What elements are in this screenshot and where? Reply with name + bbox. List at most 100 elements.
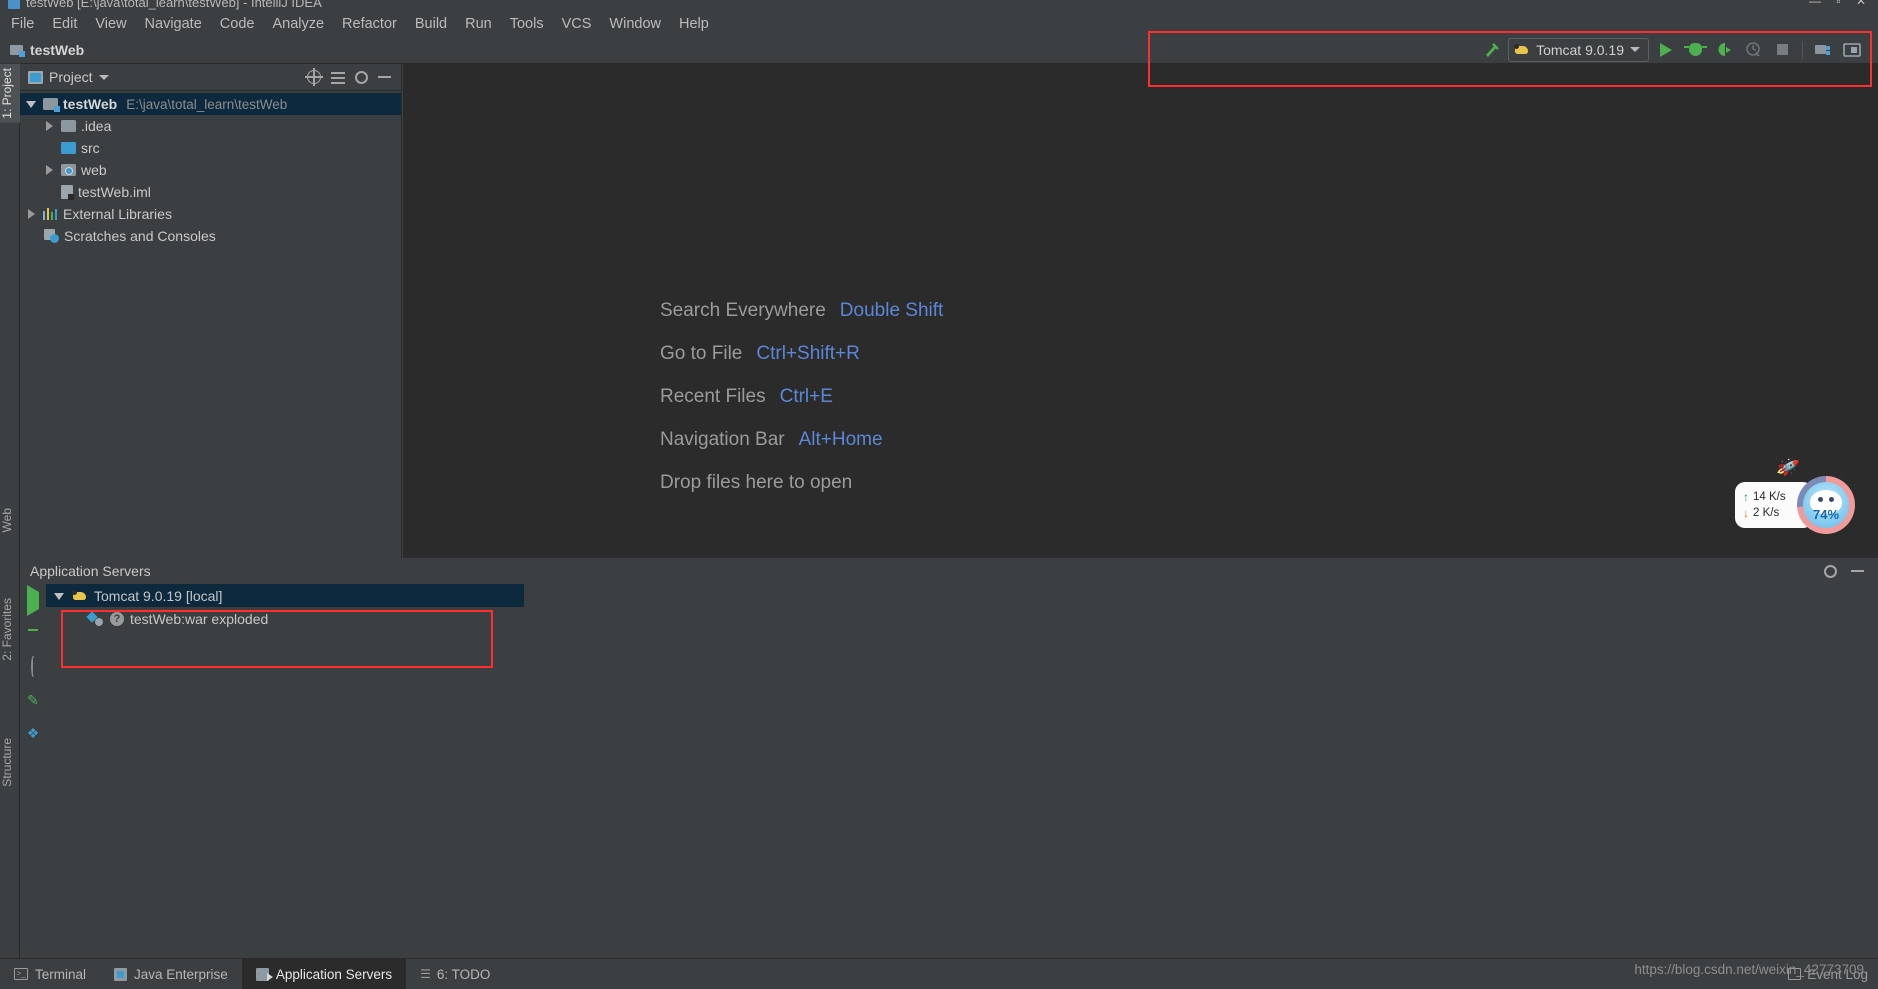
gauge-inner: 74%: [1803, 482, 1849, 528]
select-opened-file-icon[interactable]: [305, 68, 323, 86]
tomcat-cat-icon: [1514, 43, 1530, 57]
network-speed-widget[interactable]: 🚀 ↑ 14 K/s ↓ 2 K/s 74%: [1735, 456, 1855, 537]
run-configuration-selector[interactable]: Tomcat 9.0.19: [1508, 37, 1649, 62]
tab-label: Application Servers: [275, 966, 393, 982]
hide-panel-icon[interactable]: [378, 76, 391, 78]
hint-recent-files: Recent Files Ctrl+E: [660, 386, 943, 408]
module-folder-icon: [43, 98, 60, 112]
menu-edit[interactable]: Edit: [43, 14, 86, 34]
menu-view[interactable]: View: [86, 14, 135, 34]
tree-node-label: External Libraries: [63, 206, 172, 222]
menu-window[interactable]: Window: [600, 14, 670, 34]
tab-todo[interactable]: ☰ 6: TODO: [406, 959, 504, 989]
download-value: 2 K/s: [1753, 507, 1780, 519]
stop-button[interactable]: [1770, 38, 1794, 62]
menu-help[interactable]: Help: [670, 14, 718, 34]
tab-terminal[interactable]: >_ Terminal: [0, 959, 100, 989]
tree-row[interactable]: src: [20, 137, 401, 159]
app-logo-icon: [8, 0, 20, 9]
breadcrumb-label: testWeb: [30, 41, 85, 58]
tree-row[interactable]: web: [20, 159, 401, 181]
hint-label: Drop files here to open: [660, 472, 853, 493]
chevron-expanded-icon[interactable]: [26, 98, 38, 110]
run-with-coverage-button[interactable]: [1712, 38, 1736, 62]
sidebar-item-web[interactable]: Web: [0, 504, 20, 536]
sidebar-item-favorites[interactable]: 2: Favorites: [0, 594, 20, 665]
chevron-expanded-icon[interactable]: [54, 590, 66, 602]
menu-tools[interactable]: Tools: [501, 14, 553, 34]
sidebar-item-structure[interactable]: Structure: [0, 734, 20, 791]
hint-label: Recent Files: [660, 386, 766, 407]
tree-row[interactable]: External Libraries: [20, 203, 401, 225]
menu-build[interactable]: Build: [406, 14, 456, 34]
menu-file[interactable]: File: [2, 14, 43, 34]
debug-button[interactable]: [1683, 38, 1707, 62]
artifact-node-row[interactable]: ? testWeb:war exploded: [46, 607, 1878, 630]
chevron-right-icon[interactable]: [26, 208, 38, 220]
rerun-button[interactable]: [31, 656, 35, 677]
chevron-down-icon[interactable]: [98, 74, 109, 80]
tab-application-servers[interactable]: Application Servers: [241, 958, 407, 989]
window-title: testWeb [E:\java\total_learn\testWeb] - …: [26, 0, 322, 10]
toolbar-divider: [1802, 40, 1803, 59]
java-enterprise-icon: [114, 967, 128, 981]
libraries-icon: [43, 208, 58, 220]
menu-refactor[interactable]: Refactor: [333, 14, 406, 34]
breadcrumb[interactable]: testWeb: [10, 42, 84, 58]
chevron-right-icon[interactable]: [44, 164, 56, 176]
hint-shortcut: Alt+Home: [798, 429, 883, 450]
stop-icon: [1776, 44, 1788, 55]
terminal-icon: >_: [14, 968, 28, 980]
coverage-icon: [1718, 43, 1731, 56]
menu-navigate[interactable]: Navigate: [136, 14, 211, 34]
edit-configuration-button[interactable]: ✎: [27, 692, 39, 709]
project-view-icon: [28, 70, 43, 84]
hint-shortcut: Ctrl+E: [779, 386, 833, 407]
tree-row[interactable]: .idea: [20, 115, 401, 137]
build-project-button[interactable]: [1479, 38, 1503, 62]
menu-vcs[interactable]: VCS: [553, 14, 601, 34]
application-servers-header: Application Servers: [20, 558, 1878, 584]
window-controls[interactable]: — ▫ ✕: [1809, 0, 1872, 8]
tree-row[interactable]: Scratches and Consoles: [20, 225, 401, 247]
settings-gear-icon[interactable]: [1824, 564, 1837, 578]
arrow-down-icon: ↓: [1743, 506, 1749, 520]
menu-run[interactable]: Run: [456, 14, 501, 34]
menu-analyze[interactable]: Analyze: [263, 14, 333, 34]
rocket-icon: 🚀: [1775, 455, 1801, 480]
project-tree: testWeb E:\java\total_learn\testWeb .ide…: [20, 91, 401, 247]
application-servers-title: Application Servers: [30, 563, 151, 579]
tab-label: Terminal: [35, 966, 87, 982]
arrow-up-icon: ↑: [1743, 490, 1749, 504]
profile-button[interactable]: [1741, 38, 1765, 62]
settings-gear-icon[interactable]: [355, 70, 368, 84]
run-server-button[interactable]: [27, 585, 39, 616]
bug-icon: [1683, 43, 1707, 56]
tab-java-enterprise[interactable]: Java Enterprise: [100, 959, 242, 989]
collapse-all-icon[interactable]: [331, 70, 345, 84]
search-everywhere-button[interactable]: [1840, 38, 1864, 62]
tree-row[interactable]: testWeb E:\java\total_learn\testWeb: [20, 93, 401, 115]
chevron-right-icon[interactable]: [44, 120, 56, 132]
sidebar-item-project[interactable]: 1: Project: [0, 64, 20, 123]
tree-row[interactable]: testWeb.iml: [20, 181, 401, 203]
project-structure-button[interactable]: [1811, 38, 1835, 62]
scratches-icon: [44, 229, 59, 243]
chevron-down-icon: [1630, 47, 1640, 52]
watermark-url: https://blog.csdn.net/weixin_42773709: [1634, 962, 1864, 977]
settings-button[interactable]: ❖: [27, 725, 40, 742]
application-servers-body: ✎ ❖ Tomcat 9.0.19 [local] ? testWeb:war …: [20, 584, 1878, 958]
profiler-icon: [1745, 42, 1760, 56]
memory-gauge[interactable]: 74%: [1797, 476, 1855, 534]
project-structure-icon: [1815, 44, 1830, 55]
application-servers-tool-window: Application Servers ✎ ❖ Tomcat 9.0.19 [l…: [20, 558, 1878, 958]
hammer-icon: [1486, 42, 1499, 57]
artifact-node-label: testWeb:war exploded: [130, 610, 269, 627]
tab-label: Java Enterprise: [134, 966, 228, 982]
run-button[interactable]: [1654, 38, 1678, 62]
hide-panel-icon[interactable]: [1851, 570, 1864, 572]
todo-icon: ☰: [420, 967, 431, 981]
menu-code[interactable]: Code: [211, 14, 264, 34]
server-node-row[interactable]: Tomcat 9.0.19 [local]: [46, 584, 524, 607]
